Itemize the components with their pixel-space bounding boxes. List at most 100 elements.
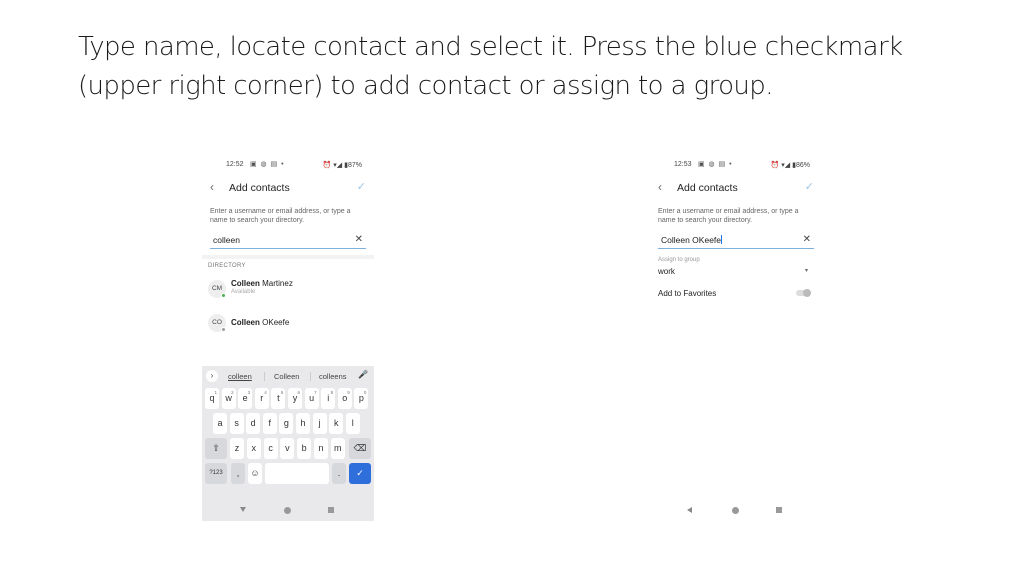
key-i[interactable]: i8 (321, 388, 336, 409)
key-b[interactable]: b (297, 438, 312, 459)
search-input[interactable]: colleen ✕ (210, 233, 366, 249)
key-r[interactable]: r4 (254, 388, 269, 409)
status-bar: 12:53 ▣ ◍ ▤ • ⏰ ▾◢ ▮86% (650, 155, 822, 175)
favorites-toggle[interactable] (796, 289, 811, 297)
keyboard-row-2: asdfghjkl (202, 411, 374, 436)
comma-key[interactable]: , (231, 463, 245, 484)
key-l[interactable]: l (345, 413, 360, 434)
app-bar: ‹ Add contacts ✓ (202, 175, 374, 201)
key-z[interactable]: z (230, 438, 244, 459)
notification-icons: ▣ ◍ ▤ • (698, 161, 733, 168)
key-p[interactable]: p0 (354, 388, 369, 409)
search-value[interactable]: Colleen OKeefe (661, 235, 723, 245)
dropdown-arrow-icon: ▾ (804, 268, 808, 274)
assign-group-label: Assign to group (658, 257, 700, 263)
key-d[interactable]: d (246, 413, 261, 434)
key-g[interactable]: g (279, 413, 294, 434)
suggestion-item[interactable]: colleens (319, 372, 347, 381)
key-h[interactable]: h (296, 413, 310, 434)
keyboard-row-1: q1w2e3r4t5y6u7i8o9p0 (202, 386, 374, 411)
nav-home-icon[interactable] (732, 507, 739, 514)
key-j[interactable]: j (312, 413, 327, 434)
clear-icon[interactable]: ✕ (355, 234, 363, 245)
key-k[interactable]: k (329, 413, 344, 434)
search-input[interactable]: Colleen OKeefe ✕ (658, 233, 814, 249)
confirm-checkmark-icon[interactable]: ✓ (805, 180, 814, 193)
key-e[interactable]: e3 (238, 388, 253, 409)
app-bar: ‹ Add contacts ✓ (650, 175, 822, 201)
nav-recents-icon[interactable] (776, 507, 782, 513)
key-number-hint: 9 (347, 390, 350, 395)
favorites-row: Add to Favorites (658, 287, 814, 305)
key-number-hint: 5 (280, 390, 284, 395)
presence-indicator (221, 327, 226, 332)
enter-checkmark-icon[interactable]: ✓ (349, 463, 371, 484)
clear-icon[interactable]: ✕ (803, 234, 811, 245)
key-number-hint: 2 (231, 390, 234, 395)
period-key[interactable]: . (332, 463, 346, 484)
suggestion-item[interactable]: colleen (228, 372, 252, 381)
page-title: Add contacts (229, 182, 290, 194)
search-value[interactable]: colleen (213, 235, 240, 245)
key-a[interactable]: a (213, 413, 227, 434)
key-f[interactable]: f (262, 413, 277, 434)
back-arrow-icon[interactable]: ‹ (210, 180, 214, 194)
keyboard-row-4: ?123 , ☺ . ✓ (202, 461, 374, 486)
key-number-hint: 6 (297, 390, 300, 395)
key-w[interactable]: w2 (221, 388, 236, 409)
navigation-bar (650, 499, 822, 521)
key-t[interactable]: t5 (271, 388, 286, 409)
keyboard-row-3: ⇧ ⌫ zxcvbnm (202, 436, 374, 461)
key-u[interactable]: u7 (304, 388, 319, 409)
key-s[interactable]: s (229, 413, 244, 434)
nav-recents-icon[interactable] (328, 507, 334, 513)
emoji-icon[interactable]: ☺ (248, 463, 262, 484)
contact-last-name: OKeefe (262, 318, 290, 327)
shift-icon[interactable]: ⇧ (205, 438, 227, 459)
contact-status: Available (231, 289, 256, 295)
space-key[interactable] (265, 463, 329, 484)
slide-instruction: Type name, locate contact and select it.… (78, 32, 903, 101)
key-x[interactable]: x (246, 438, 261, 459)
key-o[interactable]: o9 (337, 388, 352, 409)
contact-list-item[interactable]: CM Colleen Martinez Available (202, 273, 374, 307)
suggestion-item[interactable]: Colleen (274, 372, 299, 381)
group-dropdown[interactable]: work ▾ (658, 265, 814, 283)
divider (264, 372, 265, 381)
key-number-hint: 8 (330, 390, 334, 395)
expand-icon[interactable]: › (206, 370, 218, 382)
confirm-checkmark-icon[interactable]: ✓ (357, 180, 366, 193)
phone-screenshot-search: 12:52 ▣ ◍ ▤ • ⏰ ▾◢ ▮87% ‹ Add contacts ✓… (202, 155, 374, 521)
key-label: r (260, 393, 264, 403)
phone-screenshot-assign: 12:53 ▣ ◍ ▤ • ⏰ ▾◢ ▮86% ‹ Add contacts ✓… (650, 155, 822, 521)
key-m[interactable]: m (330, 438, 345, 459)
key-q[interactable]: q1 (205, 388, 219, 409)
nav-back-icon[interactable] (687, 507, 692, 513)
status-time: 12:53 (674, 161, 692, 168)
key-c[interactable]: c (263, 438, 278, 459)
group-value: work (658, 267, 675, 276)
key-y[interactable]: y6 (288, 388, 302, 409)
key-number-hint: 4 (264, 390, 267, 395)
backspace-icon[interactable]: ⌫ (349, 438, 371, 459)
navigation-bar (202, 499, 374, 521)
search-hint: Enter a username or email address, or ty… (210, 208, 351, 224)
nav-back-icon[interactable] (240, 507, 246, 512)
status-time: 12:52 (226, 161, 244, 168)
contact-list-item[interactable]: CO Colleen OKeefe (202, 307, 374, 341)
status-bar: 12:52 ▣ ◍ ▤ • ⏰ ▾◢ ▮87% (202, 155, 374, 175)
back-arrow-icon[interactable]: ‹ (658, 180, 662, 194)
page-title: Add contacts (677, 182, 738, 194)
symbols-key[interactable]: ?123 (205, 463, 227, 484)
microphone-icon[interactable]: 🎤 (358, 370, 368, 379)
key-n[interactable]: n (314, 438, 328, 459)
key-label: t (277, 393, 280, 403)
contact-name: Colleen OKeefe (231, 318, 289, 327)
contact-name: Colleen Martinez (231, 279, 293, 288)
key-number-hint: 0 (363, 390, 367, 395)
key-number-hint: 1 (214, 390, 217, 395)
contact-first-name: Colleen (231, 318, 260, 327)
nav-home-icon[interactable] (284, 507, 291, 514)
text-caret (721, 235, 723, 244)
key-v[interactable]: v (280, 438, 295, 459)
